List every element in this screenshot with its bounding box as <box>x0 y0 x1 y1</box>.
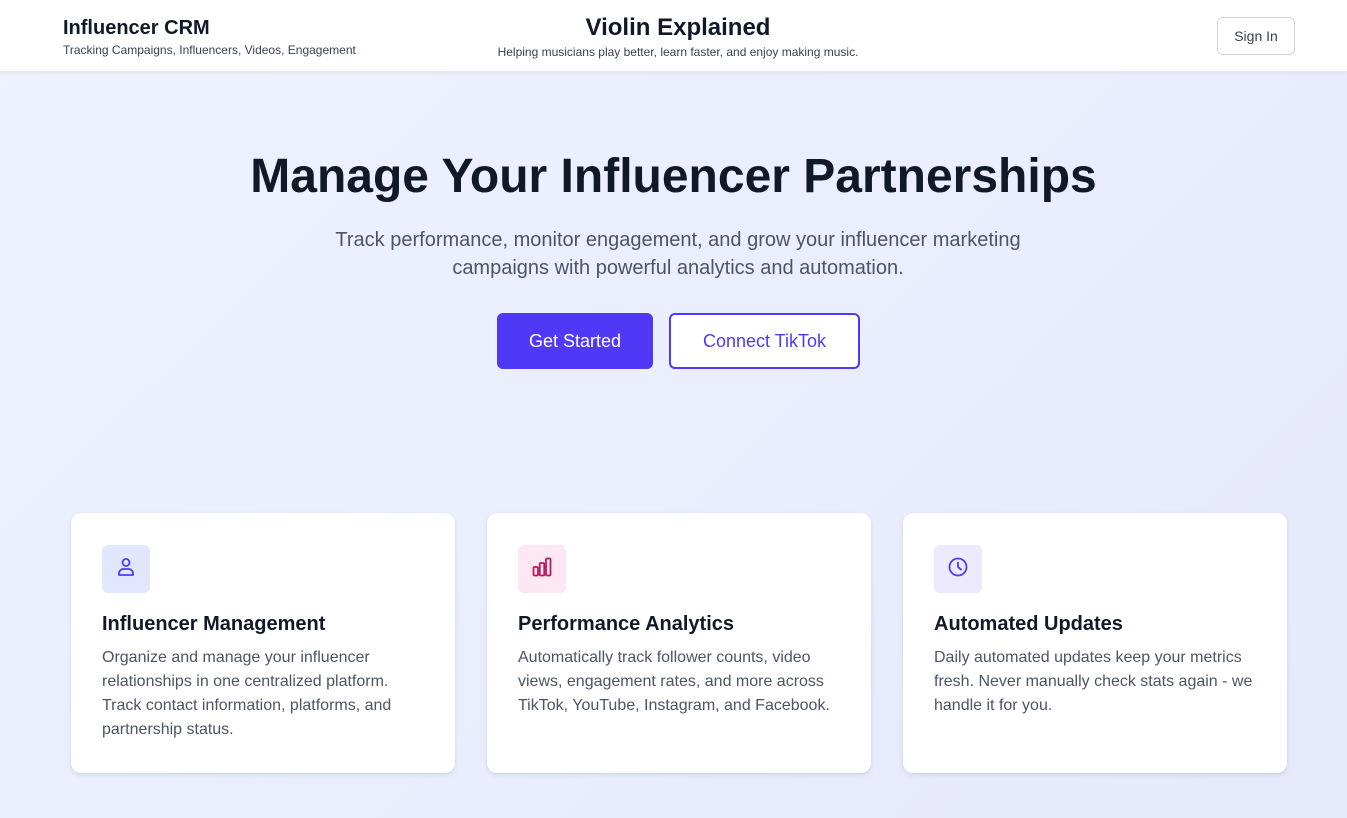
user-icon <box>114 555 138 584</box>
feature-card-automated-updates: Automated Updates Daily automated update… <box>903 513 1287 773</box>
feature-icon-box <box>518 545 566 593</box>
top-header: Influencer CRM Tracking Campaigns, Influ… <box>0 0 1347 72</box>
brand: Influencer CRM Tracking Campaigns, Influ… <box>63 16 356 58</box>
hero-title: Manage Your Influencer Partnerships <box>250 150 1097 203</box>
feature-title: Performance Analytics <box>518 613 735 635</box>
sign-in-button[interactable]: Sign In <box>1217 17 1295 55</box>
feature-icon-box <box>102 545 150 593</box>
app-title: Influencer CRM <box>63 17 210 39</box>
site-title: Violin Explained <box>585 14 771 41</box>
hero-subtitle: Track performance, monitor engagement, a… <box>335 229 1021 279</box>
bar-chart-icon <box>530 555 554 584</box>
feature-description: Daily automated updates keep your metric… <box>934 649 1253 714</box>
get-started-button[interactable]: Get Started <box>497 313 653 369</box>
connect-tiktok-button[interactable]: Connect TikTok <box>669 313 860 369</box>
feature-card-performance-analytics: Performance Analytics Automatically trac… <box>487 513 871 773</box>
feature-card-influencer-management: Influencer Management Organize and manag… <box>71 513 455 773</box>
feature-title: Automated Updates <box>934 613 1123 635</box>
site-tagline: Helping musicians play better, learn fas… <box>497 45 859 59</box>
feature-description: Automatically track follower counts, vid… <box>518 649 830 714</box>
feature-title: Influencer Management <box>102 613 326 635</box>
site-heading: Violin Explained Helping musicians play … <box>428 14 928 60</box>
feature-description: Organize and manage your influencer rela… <box>102 649 392 738</box>
feature-icon-box <box>934 545 982 593</box>
clock-icon <box>946 555 970 584</box>
app-subtitle: Tracking Campaigns, Influencers, Videos,… <box>63 43 356 57</box>
